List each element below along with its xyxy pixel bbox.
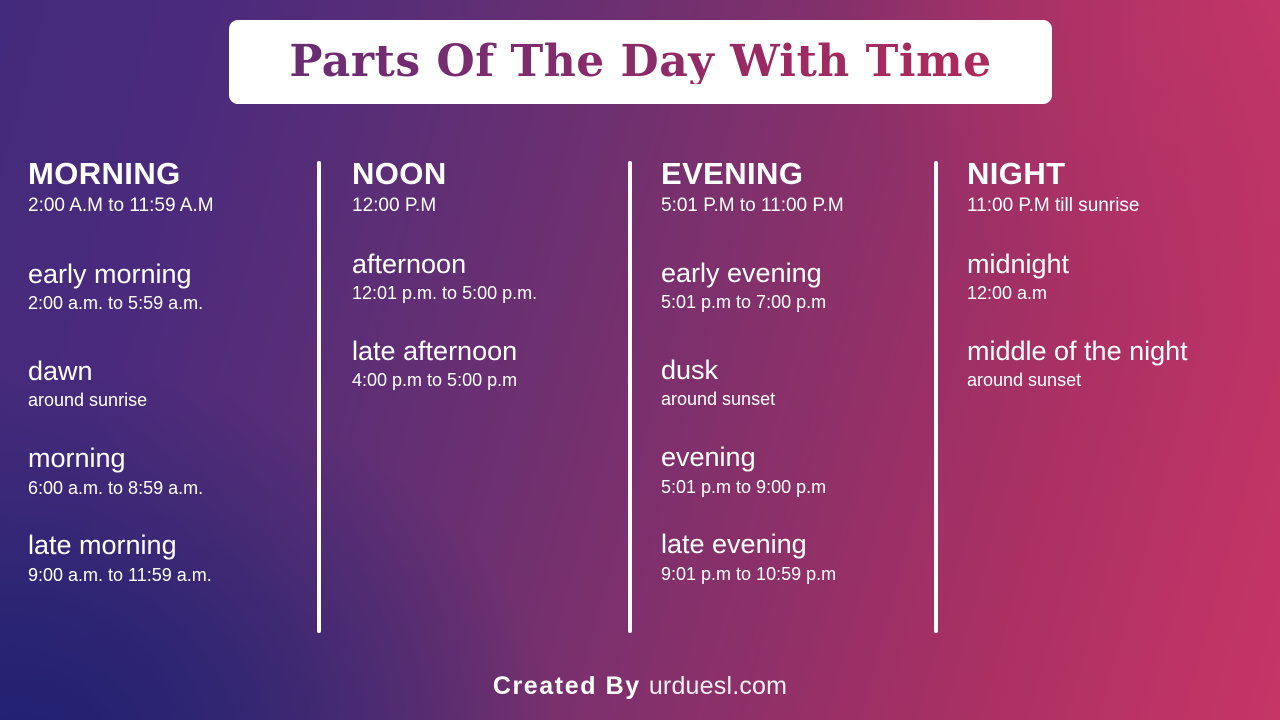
column-noon: NOON 12:00 P.M afternoon 12:01 p.m. to 5… [352,156,624,392]
entry-name: late morning [28,530,177,561]
entry-name: dawn [28,355,93,386]
columns-container: MORNING 2:00 A.M to 11:59 A.M early morn… [0,156,1280,638]
entry-name: afternoon [352,248,467,279]
entry-evening: evening 5:01 p.m to 9:00 p.m [661,441,929,498]
entry-early-morning: early morning 2:00 a.m. to 5:59 a.m. [28,258,308,315]
entry-midnight: midnight 12:00 a.m [967,248,1259,305]
entry-name: late afternoon [352,335,518,366]
page-title: Parts Of The Day With Time [289,36,992,87]
entry-time: 5:01 p.m to 9:00 p.m [661,476,827,497]
footer-created-label: Created By [492,672,641,700]
entry-time: around sunrise [28,390,148,411]
entry-name: early morning [28,258,192,289]
footer-credit: Created By urduesl.com [0,672,1280,701]
entry-morning: morning 6:00 a.m. to 8:59 a.m. [28,442,308,499]
column-divider-2 [628,161,632,633]
column-heading: NIGHT [967,156,1066,191]
entry-time: 6:00 a.m. to 8:59 a.m. [28,477,204,498]
entry-time: 12:00 a.m [967,283,1048,304]
entry-time: 4:00 p.m to 5:00 p.m [352,370,518,391]
column-heading-time: 2:00 A.M to 11:59 A.M [28,194,214,216]
entry-name: middle of the night [967,335,1188,366]
entry-time: around sunset [661,389,776,410]
entry-middle-of-the-night: middle of the night around sunset [967,335,1259,392]
entry-time: around sunset [967,370,1082,391]
entry-name: evening [661,441,756,472]
entry-time: 2:00 a.m. to 5:59 a.m. [28,293,204,314]
column-heading-time: 11:00 P.M till sunrise [967,194,1140,216]
entry-late-afternoon: late afternoon 4:00 p.m to 5:00 p.m [352,335,624,392]
entry-time: 9:01 p.m to 10:59 p.m [661,563,837,584]
column-heading: MORNING [28,156,181,191]
footer-site-name: urduesl.com [648,672,788,700]
column-evening: EVENING 5:01 P.M to 11:00 P.M early even… [661,156,929,585]
column-night: NIGHT 11:00 P.M till sunrise midnight 12… [967,156,1259,392]
entry-dusk: dusk around sunset [661,354,929,411]
entry-name: early evening [661,257,822,288]
column-divider-1 [317,161,321,633]
column-divider-3 [934,161,938,633]
entry-name: dusk [661,354,719,385]
column-heading-time: 5:01 P.M to 11:00 P.M [661,194,844,216]
title-plate: Parts Of The Day With Time [229,20,1052,104]
entry-time: 9:00 a.m. to 11:59 a.m. [28,564,212,585]
entry-name: midnight [967,248,1070,279]
column-heading: EVENING [661,156,804,191]
poster-canvas: Parts Of The Day With Time MORNING 2:00 … [0,0,1280,720]
entry-late-morning: late morning 9:00 a.m. to 11:59 a.m. [28,530,308,586]
entry-afternoon: afternoon 12:01 p.m. to 5:00 p.m. [352,248,624,305]
column-heading: NOON [352,156,447,191]
entry-name: late evening [661,529,807,560]
entry-time: 12:01 p.m. to 5:00 p.m. [352,283,538,304]
entry-late-evening: late evening 9:01 p.m to 10:59 p.m [661,529,929,585]
column-morning: MORNING 2:00 A.M to 11:59 A.M early morn… [28,156,308,586]
column-heading-time: 12:00 P.M [352,194,437,216]
entry-early-evening: early evening 5:01 p.m to 7:00 p.m [661,257,929,314]
entry-dawn: dawn around sunrise [28,355,308,412]
entry-time: 5:01 p.m to 7:00 p.m [661,292,827,313]
entry-name: morning [28,442,126,473]
